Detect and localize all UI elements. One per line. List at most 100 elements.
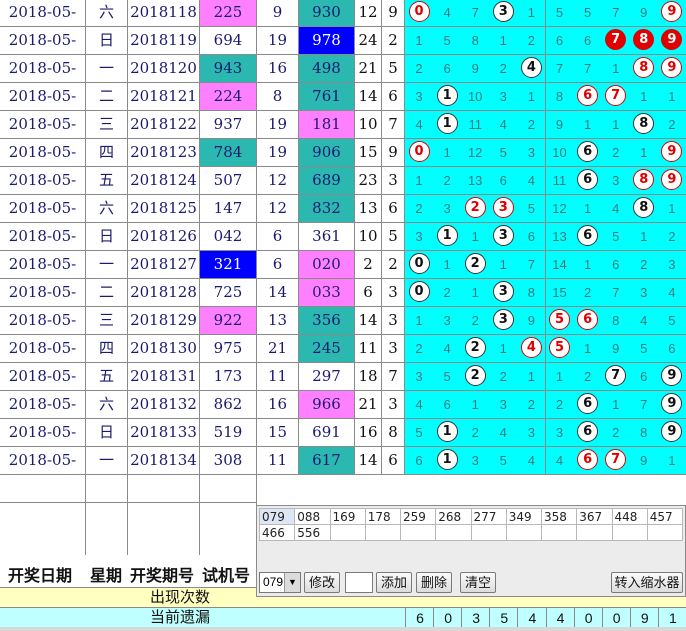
miss-count: 6 [443,61,451,76]
digit-cell: 2 [461,307,491,335]
digit-cell: 5 [517,195,547,223]
miss-count: 4 [555,453,564,468]
pool-number[interactable] [505,524,543,541]
pool-number[interactable] [329,524,366,541]
miss-value: 4 [545,608,575,628]
pool-number[interactable]: 169 [329,508,366,525]
cell-trial: 147 [200,195,257,223]
miss-count: 10 [467,89,483,104]
chevron-down-icon[interactable]: ▼ [284,573,300,592]
digit-cell: 3 [629,279,659,307]
miss-count: 1 [415,173,423,188]
hit-ball: 7 [605,449,627,470]
pool-number[interactable]: 277 [470,508,507,525]
miss-count: 3 [471,453,479,468]
miss-count: 2 [612,425,620,440]
number-input[interactable] [345,572,373,593]
digit-cell: 6 [601,251,631,279]
hit-ball: 3 [492,197,514,218]
pool-number[interactable] [576,524,613,541]
digit-cell: 7 [573,55,603,83]
pool-number[interactable]: 466 [258,524,296,541]
pool-number[interactable] [470,524,507,541]
miss-count: 2 [471,313,479,328]
cell-week: 六 [86,195,128,223]
miss-count: 7 [612,5,620,20]
miss-count: 5 [499,145,507,160]
cell-span: 2 [355,251,382,279]
hit-ball: 0 [408,281,430,302]
cell-draw: 356 [299,307,355,335]
cell-issue: 2018129 [128,307,200,335]
miss-count: 3 [555,425,564,440]
miss-count: 1 [499,341,507,356]
digit-cell: 1 [489,251,519,279]
miss-count: 7 [612,285,620,300]
pool-number[interactable]: 259 [399,508,437,525]
pool-number[interactable]: 268 [435,508,472,525]
add-button[interactable]: 添加 [376,572,412,593]
pool-number[interactable] [611,524,648,541]
miss-count: 8 [555,89,564,104]
pool-number[interactable] [399,524,437,541]
hit-ball: 9 [661,393,683,414]
digit-cell: 1 [433,419,463,447]
miss-count: 4 [527,453,535,468]
digit-cell: 2 [657,223,686,251]
hit-ball: 5 [549,309,570,330]
miss-count: 1 [415,313,423,328]
pool-number[interactable]: 457 [646,508,684,525]
pool-number[interactable]: 367 [576,508,613,525]
digit-cell: 9 [657,139,686,167]
digit-cell: 9 [657,419,686,447]
delete-button[interactable]: 删除 [416,572,452,593]
shrink-transfer-button[interactable]: 转入缩水器 [611,572,683,593]
current-miss-row: 当前遗漏 6035440091 [0,607,686,628]
cell-sum: 15 [257,419,299,447]
cell-span: 23 [355,167,382,195]
pool-number[interactable]: 448 [611,508,648,525]
digit-cell: 4 [517,55,547,83]
digit-cell: 2 [461,363,491,391]
miss-value: 1 [657,608,686,628]
digit-cell: 7 [601,279,631,307]
cell-issue: 2018131 [128,363,200,391]
cell-k: 3 [382,307,405,335]
pool-number[interactable]: 178 [364,508,402,525]
digit-cell: 5 [573,0,603,27]
pool-number[interactable]: 088 [294,508,331,525]
cell-issue: 2018118 [128,0,200,27]
pool-number[interactable]: 079 [258,508,296,525]
number-select[interactable]: 079 ▼ [259,572,301,593]
pool-number[interactable]: 556 [294,524,331,541]
miss-value: 6 [405,608,434,628]
number-select-value: 079 [263,575,284,589]
digit-cell: 7 [601,447,631,475]
miss-count: 6 [583,33,592,48]
cell-date: 2018-05-10 [0,139,86,167]
digit-cell: 1 [433,83,463,111]
hit-ball: 1 [436,421,458,442]
clear-button[interactable]: 清空 [460,572,496,593]
pool-number[interactable]: 358 [540,508,578,525]
miss-count: 1 [443,257,451,272]
cell-draw: 761 [299,83,355,111]
cell-sum: 8 [257,83,299,111]
pool-number[interactable]: 349 [505,508,543,525]
miss-count: 1 [668,453,676,468]
pool-number[interactable] [540,524,578,541]
digit-cell: 5 [489,447,519,475]
lottery-trend-grid: 2018-05-05六20181182259930129047315579920… [0,0,686,503]
header-date: 开奖日期 [8,566,73,585]
pool-number[interactable] [435,524,472,541]
cell-trial: 308 [200,447,257,475]
miss-count: 2 [499,61,507,76]
miss-count: 1 [668,201,676,216]
cell-k: 7 [382,111,405,139]
miss-count: 1 [527,5,535,20]
edit-button[interactable]: 修改 [304,572,340,593]
digit-cell: 1 [601,111,631,139]
pool-number[interactable] [646,524,684,541]
pool-number[interactable] [364,524,402,541]
cell-sum: 13 [257,307,299,335]
